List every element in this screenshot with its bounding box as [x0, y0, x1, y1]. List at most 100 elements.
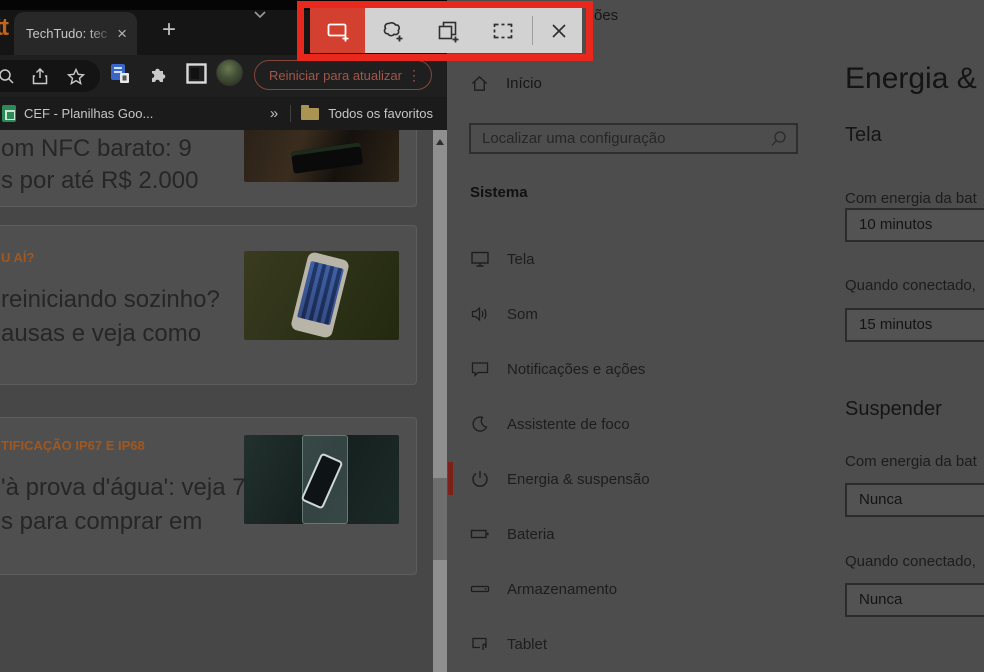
sidebar-item-energia-suspensao[interactable]: Energia & suspensão: [447, 459, 818, 499]
bookmarks-overflow-icon[interactable]: »: [270, 105, 278, 122]
profile-avatar[interactable]: [216, 59, 243, 86]
sidebar-item-label: Bateria: [507, 525, 555, 543]
sidebar-item-tela[interactable]: Tela: [447, 239, 818, 279]
share-icon[interactable]: [31, 67, 49, 90]
article-headline-line[interactable]: s por até R$ 2.000: [1, 165, 198, 197]
sidebar-item-label: Tela: [507, 250, 535, 268]
settings-window: ões Início Localizar uma configuração Si…: [447, 0, 984, 672]
sleep-plugged-timeout-dropdown[interactable]: Nunca: [845, 583, 984, 617]
freeform-snip-icon: [383, 21, 402, 41]
article-headline-line[interactable]: ausas e veja como: [1, 318, 201, 350]
sidebar-item-label: Som: [507, 305, 538, 323]
article-category[interactable]: U AÍ?: [1, 250, 34, 265]
home-icon: [471, 75, 488, 91]
bookmark-item[interactable]: CEF - Planilhas Goo...: [24, 106, 153, 121]
selected-item-accent-bar: [448, 462, 453, 495]
sidebar-item-label: Tablet: [507, 635, 548, 653]
fullscreen-snip-icon: [493, 23, 512, 38]
bookmarks-folder-icon: [301, 104, 320, 120]
scrollbar-thumb[interactable]: [433, 478, 447, 560]
bookmark-star-icon[interactable]: [66, 67, 86, 90]
docs-extension-icon[interactable]: [110, 63, 131, 90]
dropdown-value: Nunca: [859, 591, 903, 608]
browser-window: tt TechTudo: tec × +: [0, 0, 447, 672]
page-content: om NFC barato: 9 s por até R$ 2.000 U AÍ…: [0, 130, 447, 672]
snip-close-button[interactable]: [535, 8, 582, 53]
article-headline-line[interactable]: s para comprar em: [1, 506, 202, 538]
speaker-icon: [471, 306, 487, 322]
tab-techtudo[interactable]: TechTudo: tec ×: [14, 12, 137, 55]
sidebar-item-label: Assistente de foco: [507, 415, 630, 433]
tab-close-icon[interactable]: ×: [115, 25, 129, 42]
article-card[interactable]: om NFC barato: 9 s por até R$ 2.000: [0, 130, 417, 207]
battery-icon: [470, 529, 489, 539]
bookmarks-divider: [290, 105, 292, 122]
article-headline-line[interactable]: reiniciando sozinho?: [1, 284, 220, 316]
tab-search-chevron-icon[interactable]: [252, 8, 268, 26]
bookmarks-bar: CEF - Planilhas Goo... » Todos os favori…: [0, 97, 447, 130]
rectangular-snip-button[interactable]: [310, 8, 365, 53]
sidebar-item-som[interactable]: Som: [447, 294, 818, 334]
snip-toolbar-divider: [532, 16, 533, 45]
search-icon: [771, 130, 786, 146]
sidebar-item-bateria[interactable]: Bateria: [447, 514, 818, 554]
scroll-up-arrow-icon[interactable]: [436, 139, 444, 145]
window-snip-icon: [438, 21, 458, 42]
sidebar-item-assistente-de-foco[interactable]: Assistente de foco: [447, 404, 818, 444]
article-headline-line[interactable]: om NFC barato: 9: [1, 133, 192, 165]
field-label: Quando conectado,: [845, 553, 976, 570]
close-icon: [551, 23, 566, 38]
snip-toolbar: [310, 8, 582, 53]
field-label: Com energia da bat: [845, 190, 977, 207]
sidebar-item-notificacoes[interactable]: Notificações e ações: [447, 349, 818, 389]
sidebar-item-label: Notificações e ações: [507, 360, 646, 378]
article-thumbnail-iphone-hand[interactable]: [244, 251, 399, 340]
fullscreen-snip-button[interactable]: [475, 8, 530, 53]
field-label: Quando conectado,: [845, 277, 976, 294]
notifications-icon: [471, 362, 489, 378]
screen: tt TechTudo: tec × +: [0, 0, 984, 672]
article-thumbnail-phone-in-water[interactable]: [244, 435, 399, 524]
google-sheets-icon: [2, 105, 16, 122]
zoom-icon[interactable]: [0, 68, 15, 90]
article-category[interactable]: TIFICAÇÃO IP67 E IP68: [1, 438, 145, 453]
energy-settings-pane: Energia & Tela Com energia da bat 10 min…: [845, 0, 984, 672]
screen-plugged-timeout-dropdown[interactable]: 15 minutos: [845, 308, 984, 342]
article-headline-line[interactable]: 'à prova d'água': veja 7: [1, 472, 246, 504]
sidebar-item-tablet[interactable]: Tablet: [447, 624, 818, 664]
new-tab-button[interactable]: +: [155, 16, 183, 44]
sidebar-item-label: Armazenamento: [507, 580, 618, 598]
window-snip-button[interactable]: [420, 8, 475, 53]
sleep-battery-timeout-dropdown[interactable]: Nunca: [845, 483, 984, 517]
address-bar[interactable]: [0, 60, 100, 92]
tab-title: TechTudo: tec: [26, 26, 108, 41]
page-title: Energia &: [845, 62, 977, 95]
article-thumbnail-payment-terminal[interactable]: [244, 130, 399, 182]
techtudo-logo-fragment: tt: [0, 14, 9, 41]
freeform-snip-button[interactable]: [365, 8, 420, 53]
storage-icon: [470, 585, 490, 593]
article-card[interactable]: TIFICAÇÃO IP67 E IP68 'à prova d'água': …: [0, 417, 417, 575]
relaunch-update-button[interactable]: Reiniciar para atualizar ⋮: [254, 60, 432, 90]
settings-search-input[interactable]: Localizar uma configuração: [469, 123, 798, 154]
dropdown-value: 10 minutos: [859, 216, 933, 233]
sidebar-item-armazenamento[interactable]: Armazenamento: [447, 569, 818, 609]
tablet-icon: [472, 637, 487, 650]
page-scrollbar[interactable]: [433, 130, 447, 672]
settings-window-title-fragment: ões: [594, 7, 619, 24]
dark-mode-extension-icon[interactable]: [186, 63, 207, 89]
extensions-puzzle-icon[interactable]: [148, 63, 169, 89]
browser-menu-icon[interactable]: ⋮: [407, 67, 421, 84]
field-label: Com energia da bat: [845, 453, 977, 470]
display-icon: [471, 251, 489, 267]
article-card[interactable]: U AÍ? reiniciando sozinho? ausas e veja …: [0, 225, 417, 385]
group-heading-suspender: Suspender: [845, 398, 942, 420]
relaunch-update-label: Reiniciar para atualizar: [269, 67, 402, 83]
sidebar-item-label: Energia & suspensão: [507, 470, 650, 488]
all-favorites-folder[interactable]: Todos os favoritos: [328, 106, 433, 121]
screen-battery-timeout-dropdown[interactable]: 10 minutos: [845, 208, 984, 242]
settings-home-label: Início: [506, 75, 542, 92]
power-icon: [472, 471, 488, 487]
settings-home-link[interactable]: Início: [470, 74, 542, 93]
settings-search-placeholder: Localizar uma configuração: [482, 130, 666, 147]
